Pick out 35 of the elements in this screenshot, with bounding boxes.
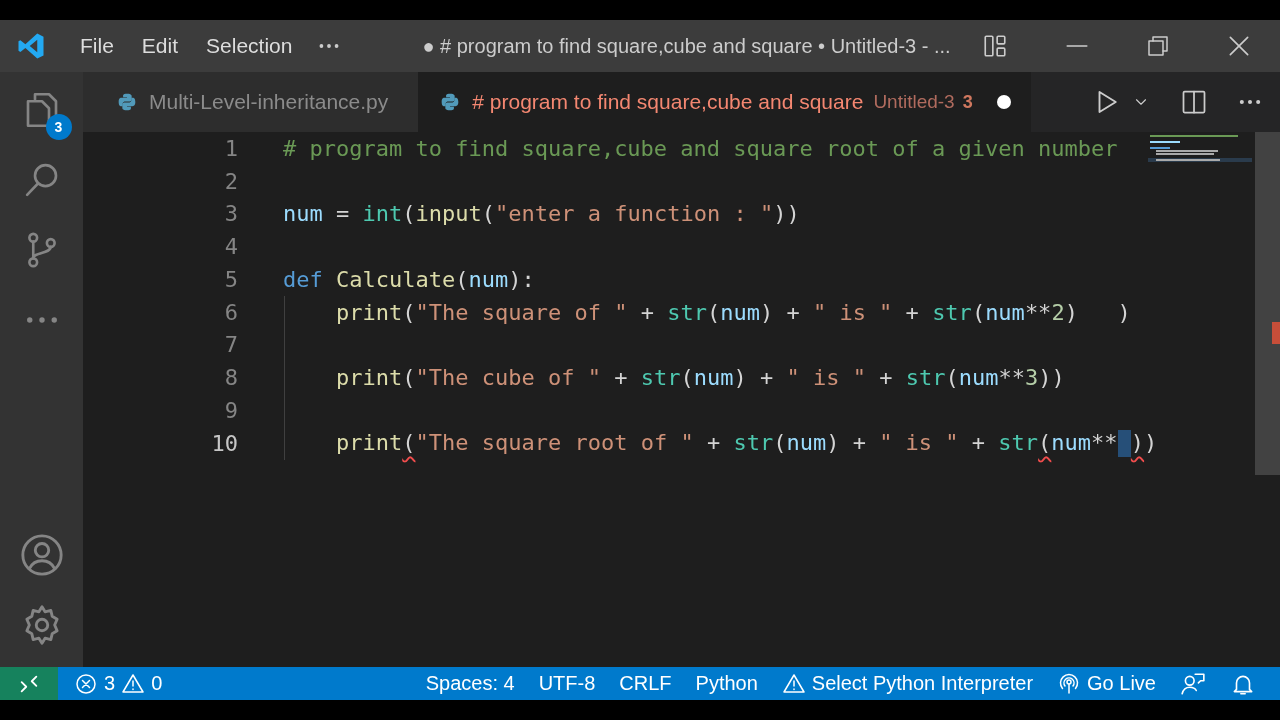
code-line: def Calculate(num): [283, 266, 535, 292]
tab-description: Untitled-3 [873, 91, 955, 113]
line-number: 5 [223, 266, 238, 292]
code-line: num = int(input("enter a function : ")) [283, 201, 800, 227]
code-line: # program to find square,cube and square root of a given number [283, 135, 1118, 161]
code-line: print("The square root of " + str(num) + " is " + str(num** )) [336, 429, 1158, 457]
line-number: 1 [223, 135, 238, 161]
problem-count: 3 [962, 91, 973, 113]
menu-item[interactable]: Edit [127, 34, 193, 58]
line-number: 10 [210, 430, 238, 456]
menu-item[interactable]: File [66, 34, 128, 58]
status-item[interactable]: Go Live [1087, 672, 1156, 695]
status-item[interactable]: UTF-8 [538, 672, 596, 695]
line-number: 3 [223, 201, 238, 227]
editor-tab[interactable]: # program to find square,cube and square Untitled-3 3 [418, 72, 1031, 132]
tab-title: # program to find square,cube and square [472, 90, 864, 114]
status-item[interactable]: Select Python Interpreter [811, 672, 1034, 695]
window-title: ● # program to find square,cube and square • Untitled-3 - ... [422, 34, 952, 58]
code-line: print("The square of " + str(num) + " is " + str(num**2) ) [336, 299, 1131, 325]
status-item[interactable]: Python [695, 672, 758, 695]
line-number: 8 [223, 365, 238, 391]
status-item[interactable]: CRLF [619, 672, 672, 695]
line-number: 9 [223, 397, 238, 423]
error-count[interactable]: 3 [104, 672, 116, 695]
line-number: 7 [223, 332, 238, 358]
line-number: 6 [223, 299, 238, 325]
code-line: print("The cube of " + str(num) + " is " + str(num**3)) [336, 365, 1065, 391]
tab-title: Multi-Level-inheritance.py [149, 90, 389, 114]
line-number: 4 [223, 234, 238, 260]
status-item[interactable]: Spaces: 4 [425, 672, 515, 695]
line-number: 2 [223, 168, 238, 194]
notification-badge: 3 [45, 114, 72, 140]
menu-item[interactable]: Selection [192, 34, 307, 58]
warning-count[interactable]: 0 [151, 672, 163, 695]
editor-tab[interactable]: Multi-Level-inheritance.py [83, 72, 419, 132]
